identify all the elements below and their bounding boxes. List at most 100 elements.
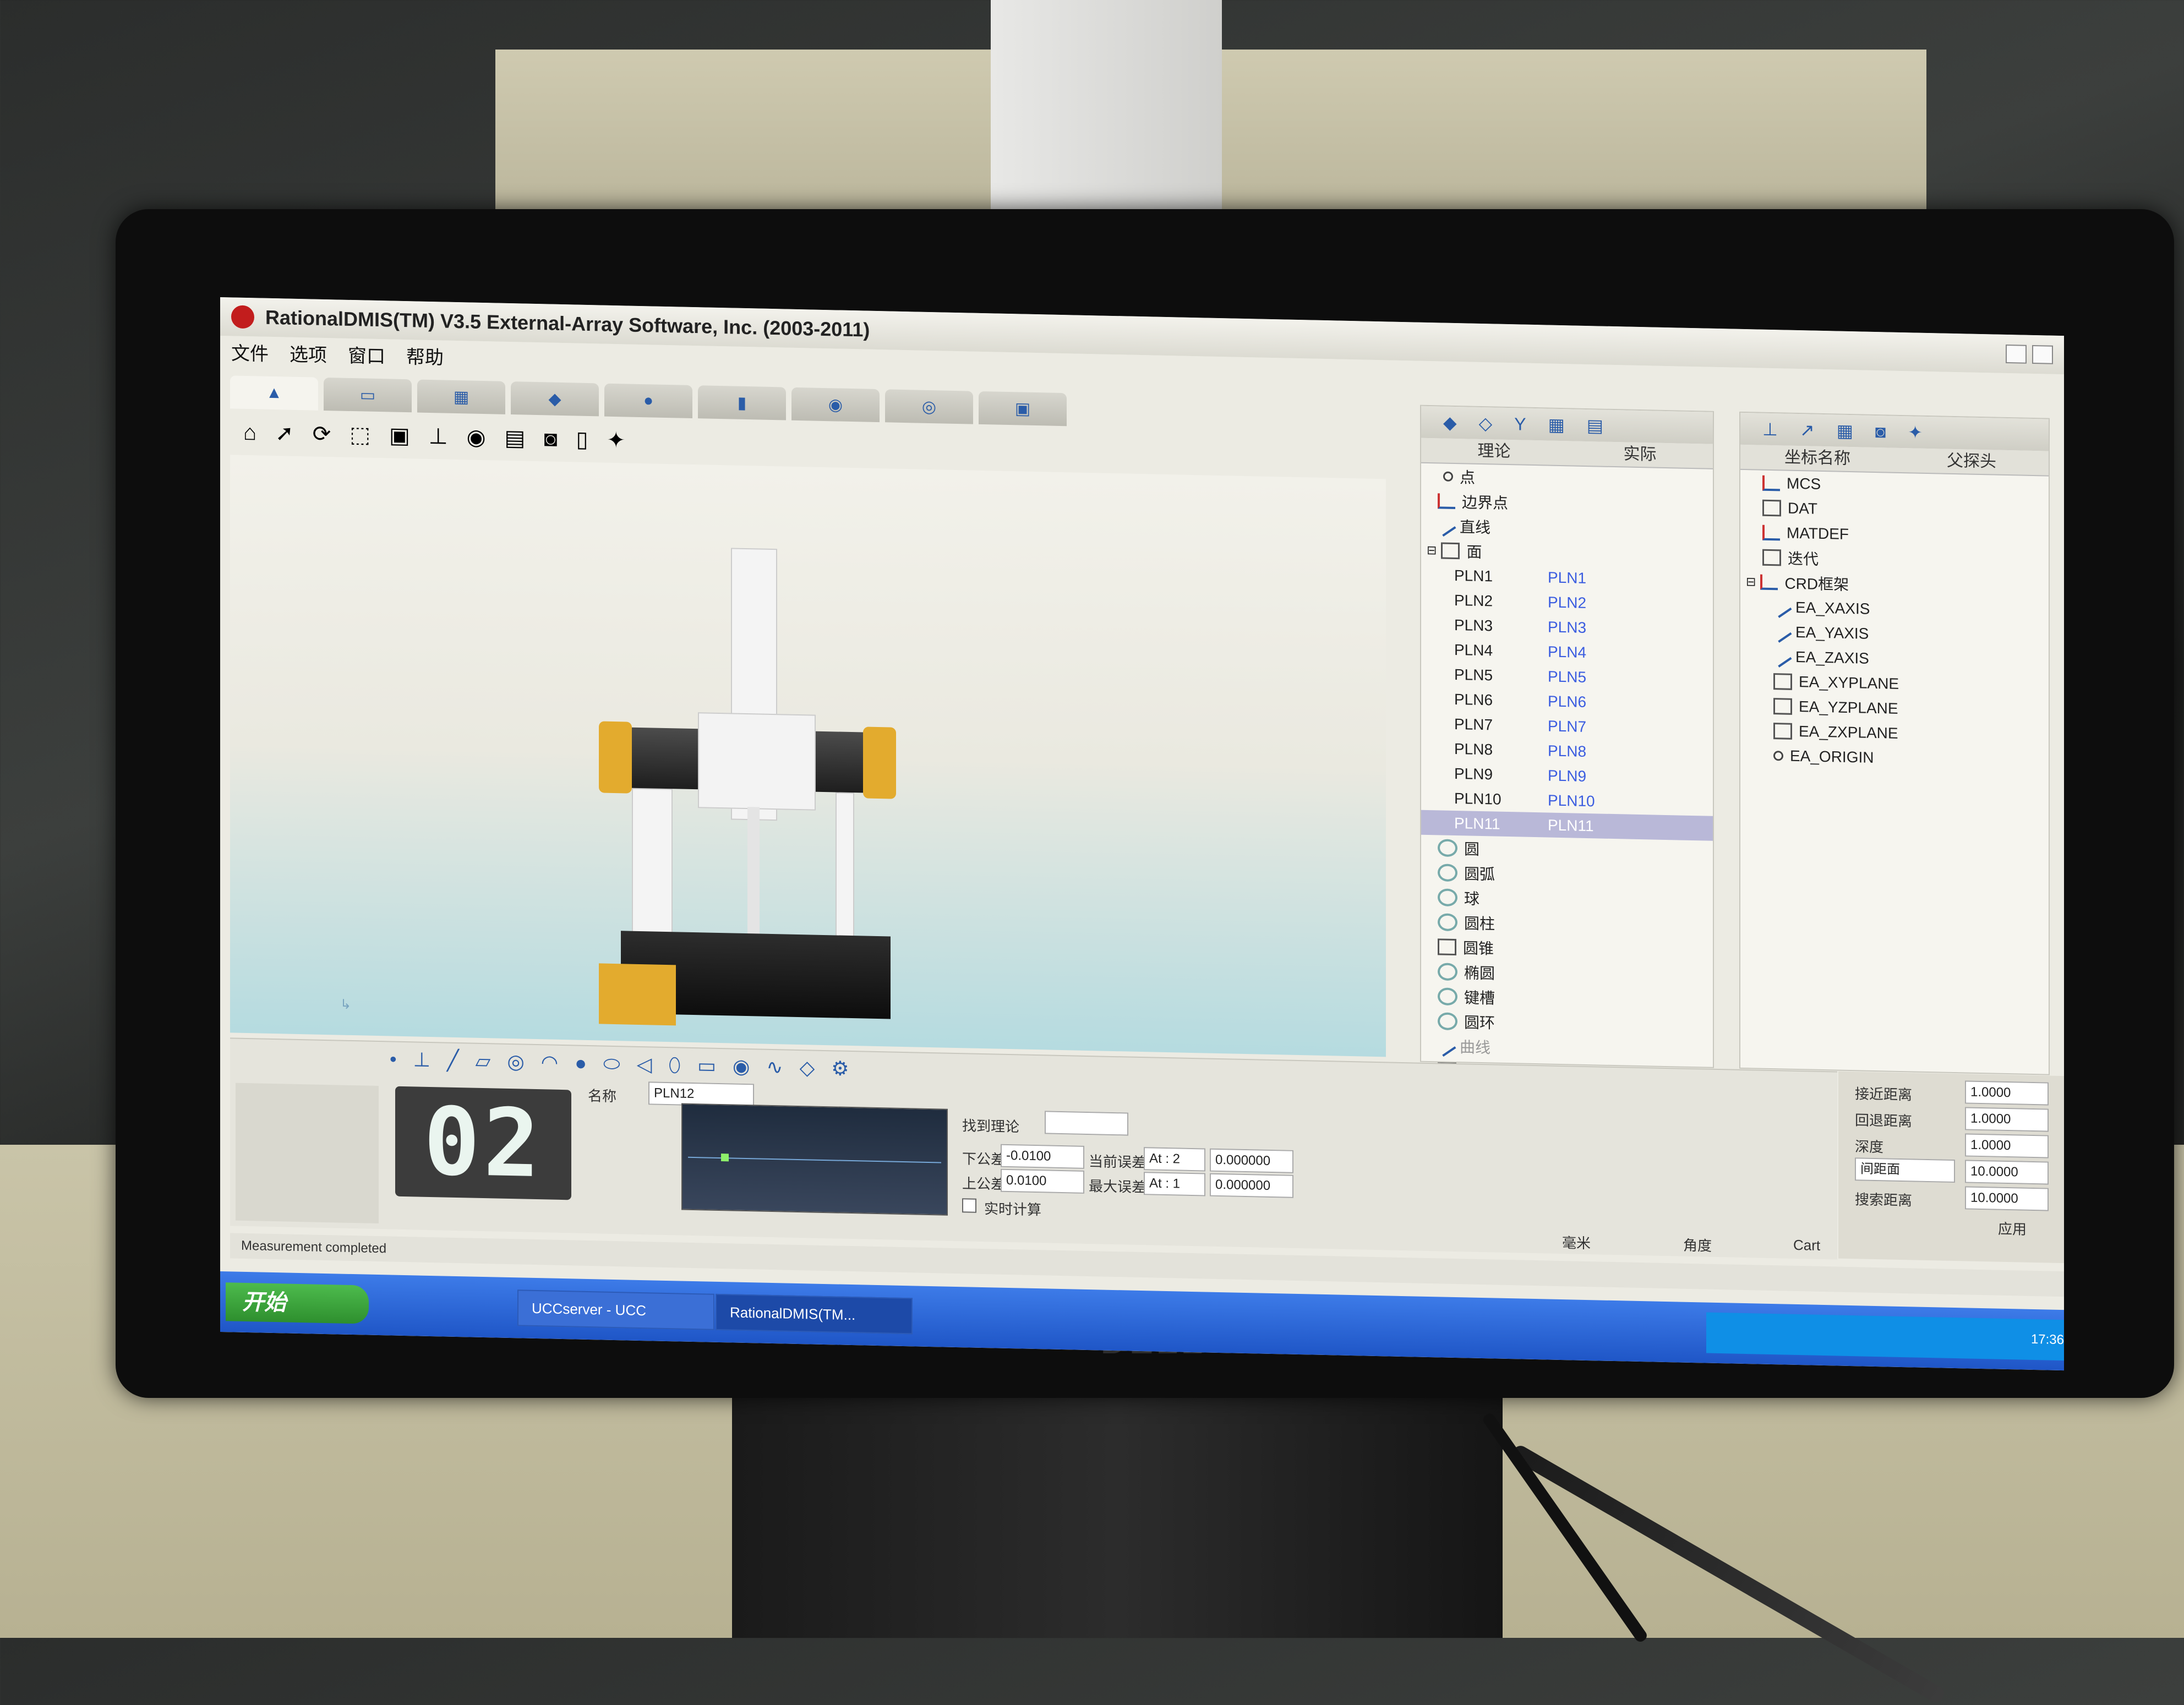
error-graph (681, 1103, 948, 1216)
retract-label: 回退距离 (1855, 1112, 1913, 1130)
plane-tool-icon[interactable]: ▱ (476, 1050, 491, 1074)
tab-probe[interactable]: ▲ (230, 375, 318, 411)
cmm-machine-model (599, 545, 896, 1026)
axis-icon-2[interactable]: ⊥ (1762, 419, 1778, 440)
start-button[interactable]: 开始 (226, 1282, 369, 1324)
camera-icon[interactable]: ◙ (544, 427, 557, 452)
render-icon[interactable]: ▤ (505, 425, 526, 451)
task-uccserver[interactable]: UCCserver - UCC (517, 1289, 714, 1330)
spacing-select[interactable]: 间距面 (1855, 1157, 1955, 1183)
approach-field[interactable]: 1.0000 (1965, 1080, 2049, 1106)
torus-tool-icon[interactable]: ◉ (733, 1055, 750, 1079)
collapse-icon[interactable]: ⊟ (1746, 575, 1756, 589)
find-theory-field[interactable] (1045, 1111, 1128, 1136)
cube-small-icon[interactable]: ◇ (1479, 413, 1493, 434)
tab-eye[interactable]: ◎ (885, 389, 973, 424)
apply-button[interactable]: 应用 (1998, 1218, 2027, 1239)
task-rationaldmis[interactable]: RationalDMIS(TM... (716, 1293, 913, 1335)
torus-icon (1438, 1012, 1457, 1030)
ellipse-tool-icon[interactable]: ⬯ (668, 1053, 681, 1077)
upper-tol-field[interactable]: 0.0100 (1001, 1168, 1084, 1194)
minimize-button[interactable] (2006, 344, 2027, 364)
cylinder-tool-icon[interactable]: ⬭ (603, 1052, 620, 1076)
tab-table[interactable]: ▦ (417, 379, 505, 414)
search-field[interactable]: 10.0000 (1965, 1186, 2049, 1211)
3d-viewport[interactable]: ↳ (230, 455, 1386, 1057)
collapse-icon[interactable]: ⊟ (1427, 543, 1437, 557)
line-icon (1770, 646, 1792, 668)
cube-icon[interactable]: ◆ (1443, 412, 1457, 434)
stylus (747, 807, 760, 939)
graph-point (721, 1154, 729, 1162)
zoom-window-icon[interactable]: ⬚ (350, 422, 370, 448)
point-icon (1443, 471, 1453, 482)
plane-icon (1773, 697, 1792, 715)
report-icon[interactable]: ▤ (1587, 415, 1603, 436)
surface-tool-icon[interactable]: ◇ (800, 1056, 815, 1080)
angle-unit-select[interactable]: 角度 (1683, 1234, 1712, 1255)
upper-tol-label: 上公差 (962, 1175, 1006, 1193)
carriage (698, 712, 816, 811)
system-tray: 17:36 (1706, 1312, 2064, 1361)
close-button[interactable] (2032, 345, 2053, 364)
length-unit-select[interactable]: 毫米 (1562, 1232, 1591, 1253)
line-icon (1770, 596, 1792, 618)
window-controls (2006, 344, 2053, 364)
eye-icon[interactable]: ◉ (467, 424, 486, 450)
iterate-icon (1762, 549, 1781, 566)
plane-icon (1441, 542, 1460, 559)
probe-icon[interactable]: ✦ (607, 428, 626, 453)
menu-window[interactable]: 窗口 (348, 340, 385, 368)
tab-document[interactable]: ▭ (324, 377, 412, 413)
tab-settings[interactable]: ▣ (979, 391, 1067, 427)
coord-type-select[interactable]: Cart (1793, 1237, 1820, 1254)
slot-icon (1438, 987, 1457, 1005)
right-leg (836, 792, 854, 960)
camera-icon-2[interactable]: ◙ (1875, 421, 1886, 441)
filter-icon[interactable]: Y (1514, 414, 1526, 434)
edge-point-tool-icon[interactable]: ⊥ (413, 1048, 430, 1072)
realtime-checkbox[interactable] (962, 1198, 976, 1213)
tab-cad[interactable]: ◆ (511, 381, 599, 417)
tab-color[interactable]: ● (604, 383, 692, 418)
home-icon[interactable]: ⌂ (243, 420, 256, 445)
menu-file[interactable]: 文件 (231, 338, 269, 365)
beam-end-left (599, 721, 632, 794)
retract-field[interactable]: 1.0000 (1965, 1107, 2049, 1132)
delete-icon[interactable]: ▯ (576, 427, 588, 452)
edge-point-icon (1438, 493, 1455, 509)
sphere-tool-icon[interactable]: ● (575, 1051, 587, 1075)
table-icon[interactable]: ▦ (1837, 420, 1853, 442)
tab-report[interactable]: ◉ (791, 387, 880, 423)
menu-options[interactable]: 选项 (290, 339, 327, 367)
background-cabinet (991, 0, 1222, 231)
axes-triad-icon: ↳ (340, 997, 352, 1012)
cone-tool-icon[interactable]: ◁ (637, 1053, 652, 1077)
rotate-icon[interactable]: ⟳ (313, 422, 331, 447)
gear-tool-icon[interactable]: ⚙ (831, 1057, 849, 1081)
lower-tol-label: 下公差 (962, 1150, 1006, 1168)
col-actual[interactable]: 实际 (1567, 441, 1713, 468)
tab-tool[interactable]: ▮ (698, 385, 786, 420)
slot-tool-icon[interactable]: ▭ (697, 1054, 716, 1078)
pointer-icon[interactable]: ➚ (275, 420, 294, 446)
axis-icon[interactable]: ⊥ (429, 424, 448, 450)
spacing-field[interactable]: 10.0000 (1965, 1160, 2049, 1185)
approach-label: 接近距离 (1855, 1085, 1913, 1103)
col-coord-name[interactable]: 坐标名称 (1740, 445, 1894, 472)
axis-small-icon[interactable]: ↗ (1800, 419, 1815, 441)
arc-tool-icon[interactable]: ◠ (541, 1051, 558, 1075)
current-err-label: 当前误差 (1089, 1153, 1146, 1171)
curve-tool-icon[interactable]: ∿ (766, 1056, 783, 1080)
col-theory[interactable]: 理论 (1421, 438, 1567, 466)
depth-field[interactable]: 1.0000 (1965, 1133, 2049, 1158)
point-tool-icon[interactable]: • (390, 1047, 397, 1071)
col-parent-probe[interactable]: 父探头 (1894, 448, 2049, 476)
circle-tool-icon[interactable]: ◎ (507, 1050, 524, 1074)
menu-help[interactable]: 帮助 (406, 342, 444, 369)
fit-icon[interactable]: ▣ (389, 423, 410, 449)
line-tool-icon[interactable]: ╱ (447, 1049, 459, 1073)
group-icon[interactable]: ▦ (1548, 414, 1565, 436)
probe-small-icon[interactable]: ✦ (1908, 422, 1923, 443)
lower-tol-field[interactable]: -0.0100 (1001, 1144, 1084, 1169)
